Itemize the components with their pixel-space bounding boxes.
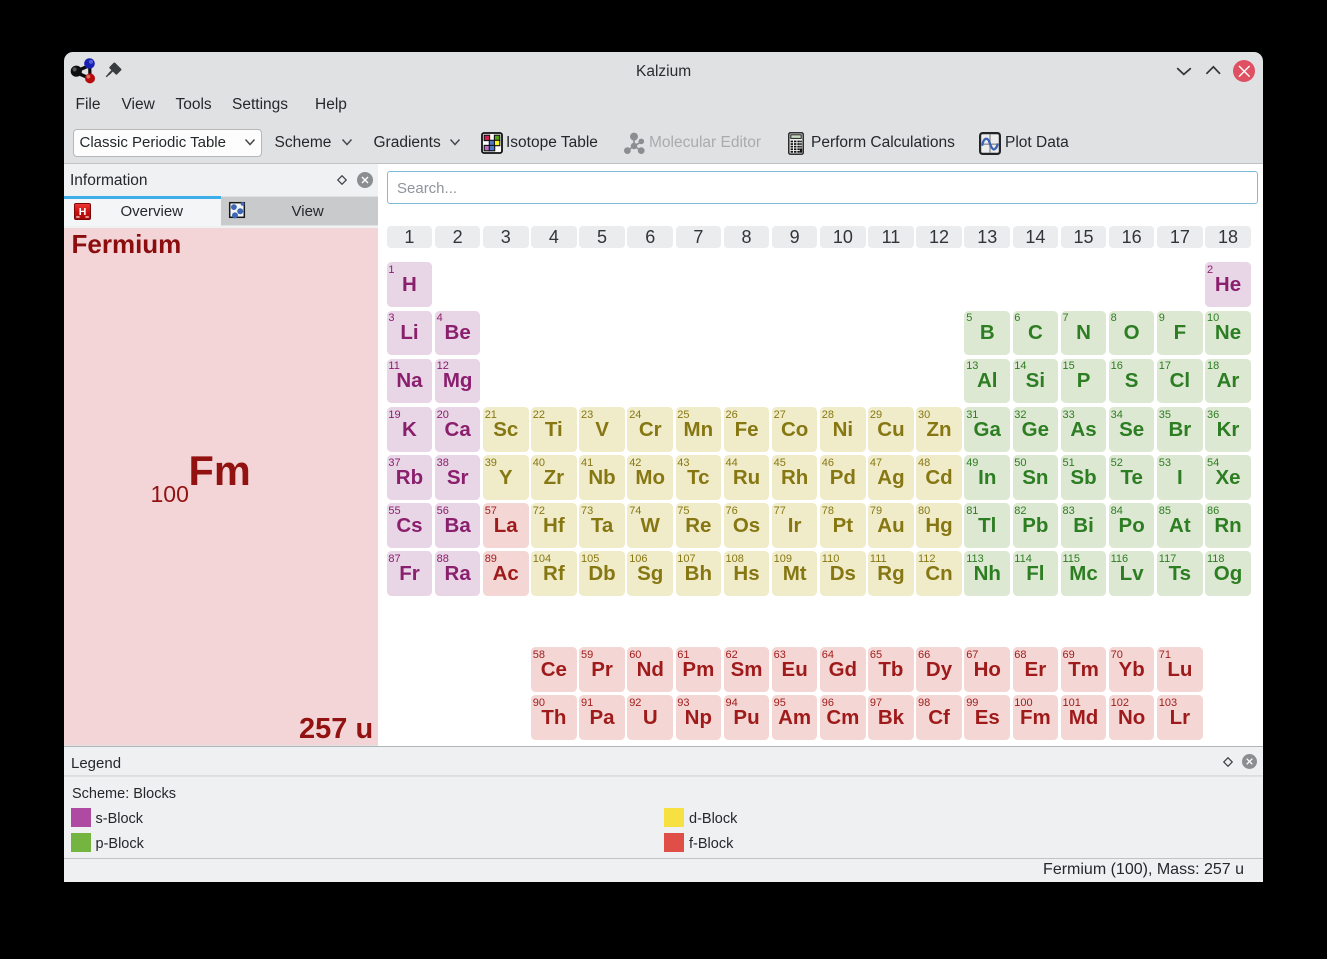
svg-text:H: H [79,206,87,218]
